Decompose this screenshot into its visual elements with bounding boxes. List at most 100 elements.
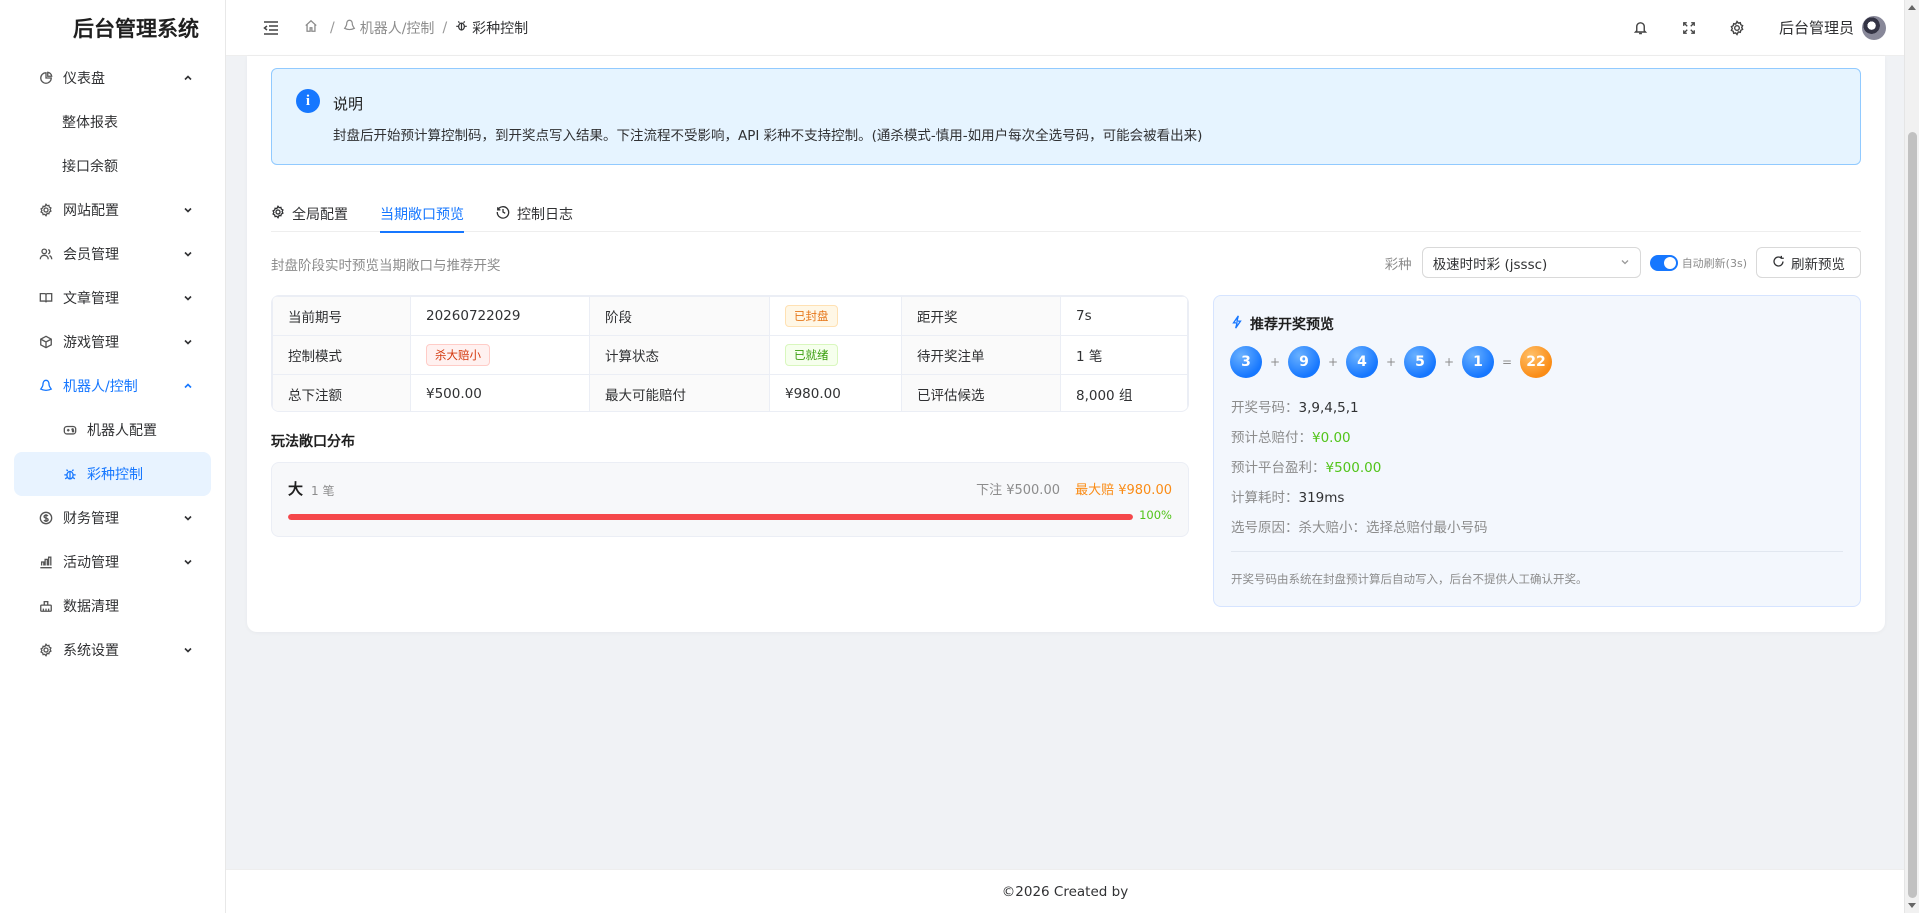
sidebar-item-label: 财务管理 (63, 511, 119, 527)
breadcrumb-robot-control[interactable]: 机器人/控制 (343, 18, 435, 38)
sidebar-item-members[interactable]: 会员管理 (0, 232, 225, 276)
page-scrollbar[interactable] (1904, 0, 1919, 913)
sidebar-subitem-lottery-control[interactable]: 彩种控制 (14, 452, 211, 496)
sidebar-item-label: 机器人配置 (87, 423, 157, 439)
sidebar-item-label: 会员管理 (63, 247, 119, 263)
distribution-item: 大 1 笔 下注 ¥500.00 最大赔 ¥980.00 100% (271, 462, 1189, 537)
label-max-payout: 最大可能赔付 (589, 374, 770, 411)
draw-ball: 3 (1230, 346, 1262, 378)
scroll-down-arrow-icon[interactable] (1908, 903, 1916, 908)
recommend-title: 推荐开奖预览 (1231, 314, 1334, 334)
distribution-title: 玩法敞口分布 (271, 434, 355, 450)
avatar[interactable] (1862, 15, 1886, 40)
value-current-period: 20260722029 (410, 296, 590, 336)
exposure-progress-bar (288, 514, 1133, 520)
value-control-mode-cell: 杀大赔小 (410, 335, 590, 375)
draw-numbers-line: 开奖号码：3,9,4,5,1 (1231, 396, 1359, 416)
tab-control-log[interactable]: 控制日志 (496, 196, 573, 232)
plus-sign: + (1443, 355, 1455, 369)
tabs: 全局配置 当期敞口预览 控制日志 (271, 196, 1861, 233)
sidebar-subitem-api-balance[interactable]: 接口余额 (0, 144, 225, 188)
sidebar-item-dashboard[interactable]: 仪表盘 (0, 56, 225, 100)
exposure-progress-fill (288, 514, 1133, 520)
sidebar-item-data-cleanup[interactable]: 数据清理 (0, 584, 225, 628)
sidebar-item-site-config[interactable]: 网站配置 (0, 188, 225, 232)
label-time-to-draw: 距开奖 (901, 296, 1061, 336)
plus-sign: + (1327, 355, 1339, 369)
fullscreen-icon[interactable] (1669, 8, 1709, 48)
sidebar-item-label: 整体报表 (62, 115, 118, 131)
sidebar-item-label: 彩种控制 (87, 467, 143, 483)
lottery-select[interactable]: 极速时时彩 (jsssc) (1421, 247, 1641, 278)
refresh-icon (1772, 255, 1791, 271)
sidebar-item-finance[interactable]: 财务管理 (0, 496, 225, 540)
alert-description: 封盘后开始预计算控制码，到开奖点写入结果。下注流程不受影响，API 彩种不支持控… (333, 128, 1203, 144)
tab-exposure-preview[interactable]: 当期敞口预览 (380, 196, 464, 233)
gear-icon (271, 205, 292, 223)
preview-controls: 彩种 极速时时彩 (jsssc) 自动刷新(3s) 刷新预览 (1385, 247, 1861, 278)
status-badge: 已就绪 (785, 344, 838, 366)
bell-icon[interactable] (1621, 8, 1661, 48)
chevron-down-icon (183, 645, 193, 655)
info-alert: i 说明 封盘后开始预计算控制码，到开奖点写入结果。下注流程不受影响，API 彩… (271, 68, 1861, 165)
sidebar-item-activities[interactable]: 活动管理 (0, 540, 225, 584)
breadcrumb-home[interactable] (304, 19, 322, 37)
sidebar-item-label: 仪表盘 (63, 71, 105, 87)
recommend-title-text: 推荐开奖预览 (1250, 317, 1334, 333)
main-card: i 说明 封盘后开始预计算控制码，到开奖点写入结果。下注流程不受影响，API 彩… (247, 56, 1885, 632)
value-calc-status-cell: 已就绪 (769, 335, 902, 375)
footer-text: ©2026 Created by (1001, 883, 1129, 900)
menu-collapse-icon[interactable] (262, 19, 280, 37)
robot-icon (343, 19, 360, 36)
calc-time-line: 计算耗时：319ms (1231, 486, 1344, 506)
breadcrumb: / 机器人/控制 / 彩种控制 (304, 18, 528, 38)
button-label: 刷新预览 (1791, 256, 1845, 272)
chevron-down-icon (183, 249, 193, 259)
gear-icon[interactable] (1717, 8, 1757, 48)
sidebar-subitem-overall-report[interactable]: 整体报表 (0, 100, 225, 144)
tab-label: 控制日志 (517, 207, 573, 223)
breadcrumb-label: 机器人/控制 (359, 20, 435, 37)
book-icon (38, 290, 54, 306)
sidebar-item-robot-control[interactable]: 机器人/控制 (0, 364, 225, 408)
plus-sign: + (1385, 355, 1397, 369)
sidebar-item-system-settings[interactable]: 系统设置 (0, 628, 225, 672)
top-header: / 机器人/控制 / 彩种控制 后台管理员 (226, 0, 1904, 56)
value-max-payout: ¥980.00 (769, 374, 902, 411)
calc-time-label: 计算耗时： (1231, 490, 1299, 506)
chevron-up-icon (183, 73, 193, 83)
draw-ball: 9 (1288, 346, 1320, 378)
label-total-bet: 总下注额 (272, 374, 411, 411)
label-evaluated-candidates: 已评估候选 (901, 374, 1061, 411)
play-max-payout: 最大赔 ¥980.00 (1075, 483, 1172, 498)
header-actions: 后台管理员 (1613, 8, 1886, 48)
draw-balls: 3 + 9 + 4 + 5 + 1 = 22 (1230, 346, 1552, 378)
chevron-up-icon (183, 381, 193, 391)
lightning-icon (1231, 315, 1250, 333)
expected-profit-label: 预计平台盈利： (1231, 460, 1326, 476)
auto-refresh-toggle[interactable] (1649, 254, 1678, 271)
draw-ball: 4 (1346, 346, 1378, 378)
expected-payout-value: ¥0.00 (1312, 430, 1351, 446)
sidebar-item-articles[interactable]: 文章管理 (0, 276, 225, 320)
home-icon (304, 19, 322, 37)
sidebar-subitem-robot-config[interactable]: 机器人配置 (0, 408, 225, 452)
recommend-note: 开奖号码由系统在封盘预计算后自动写入，后台不提供人工确认开奖。 (1231, 572, 1588, 586)
sidebar: 后台管理系统 仪表盘 整体报表 接口余额 网站配置 会员管理 文章管理 游戏管理 (0, 0, 226, 913)
breadcrumb-label: 彩种控制 (472, 20, 529, 37)
tab-global-config[interactable]: 全局配置 (271, 196, 348, 232)
breadcrumb-separator: / (442, 19, 448, 36)
info-icon: i (296, 89, 320, 113)
gamepad-icon (62, 422, 78, 438)
chevron-down-icon (1620, 255, 1630, 271)
sidebar-item-label: 机器人/控制 (63, 379, 138, 395)
sidebar-item-games[interactable]: 游戏管理 (0, 320, 225, 364)
user-name[interactable]: 后台管理员 (1779, 17, 1854, 38)
table-row: 控制模式 杀大赔小 计算状态 已就绪 待开奖注单 1 笔 (272, 335, 1188, 375)
refresh-preview-button[interactable]: 刷新预览 (1756, 247, 1861, 278)
bug-icon (455, 19, 472, 36)
scrollbar-thumb[interactable] (1908, 132, 1917, 898)
pie-chart-icon (38, 70, 54, 86)
reason-line: 选号原因：杀大赔小：选择总赔付最小号码 (1231, 516, 1488, 536)
scroll-up-arrow-icon[interactable] (1908, 5, 1916, 10)
